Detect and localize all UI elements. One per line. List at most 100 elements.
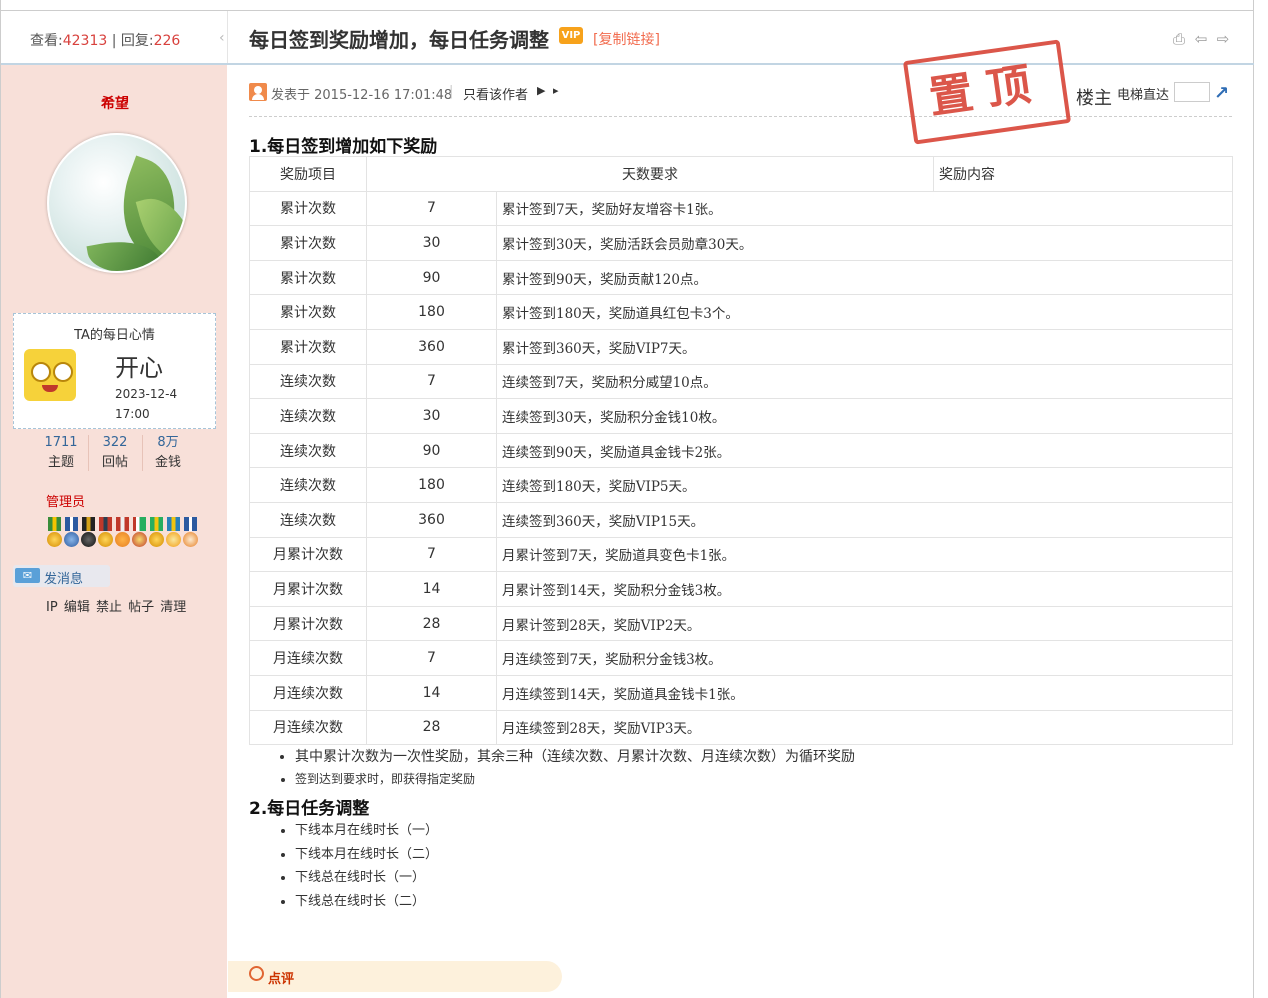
floor-jump-input[interactable] (1174, 82, 1210, 102)
triangle-right-icon[interactable]: ▶ (537, 84, 545, 97)
table-row: 月累计次数 28 月累计签到28天，奖励VIP2天。 (249, 605, 1233, 642)
table-row: 连续次数 30 连续签到30天，奖励积分金钱10枚。 (249, 398, 1233, 434)
go-icon[interactable]: ↗ (1214, 83, 1229, 104)
only-author-link[interactable]: 只看该作者 (463, 84, 528, 103)
reward-content-cell: 月连续签到7天，奖励积分金钱3枚。 (496, 640, 1233, 676)
reward-type-cell: 连续次数 (249, 363, 367, 400)
reward-content-cell: 累计签到360天，奖励VIP7天。 (496, 328, 1233, 365)
section-heading: 1.每日签到增加如下奖励 (249, 137, 438, 157)
triangle-right-icon[interactable]: ▸ (553, 84, 559, 97)
reward-type-cell: 累计次数 (249, 259, 367, 296)
admin-link-ip[interactable]: IP (46, 600, 58, 615)
column-header: 奖励项目 (249, 156, 367, 192)
happy-face-icon (24, 349, 76, 401)
admin-link-edit[interactable]: 编辑 (64, 600, 90, 615)
chevron-left-icon: ‹ (219, 30, 225, 46)
table-row: 累计次数 30 累计签到30天，奖励活跃会员勋章30天。 (249, 225, 1233, 261)
table-row: 累计次数 90 累计签到90天，奖励贡献120点。 (249, 259, 1233, 296)
reward-type-cell: 连续次数 (249, 398, 367, 434)
task-list: 下线本月在线时长（一） 下线本月在线时长（二） 下线总在线时长（一） 下线总在线… (279, 819, 438, 913)
mood-date: 2023-12-4 17:00 (115, 384, 177, 424)
reward-content-cell: 月累计签到14天，奖励积分金钱3枚。 (496, 571, 1233, 607)
table-row: 累计次数 360 累计签到360天，奖励VIP7天。 (249, 328, 1233, 365)
prev-thread-icon[interactable]: ⇦ (1192, 30, 1210, 48)
author-online-icon (249, 83, 267, 101)
reward-type-cell: 月累计次数 (249, 571, 367, 607)
reward-type-cell: 月连续次数 (249, 640, 367, 676)
days-cell: 14 (366, 571, 497, 607)
avatar[interactable] (47, 133, 187, 273)
admin-link-ban[interactable]: 禁止 (96, 600, 122, 615)
reward-type-cell: 连续次数 (249, 467, 367, 503)
medal-icon[interactable] (182, 517, 199, 551)
column-header: 天数要求 (366, 156, 934, 192)
meta-divider: | (449, 84, 454, 99)
reward-content-cell: 连续签到90天，奖励道具金钱卡2张。 (496, 432, 1233, 469)
envelope-icon: ✉ (15, 568, 40, 583)
elevator-label: 电梯直达 (1117, 88, 1170, 103)
send-message-label: 发消息 (44, 572, 84, 587)
replies-label: 回复: (120, 33, 154, 49)
medal-icon[interactable] (131, 517, 148, 551)
table-row: 连续次数 360 连续签到360天，奖励VIP15天。 (249, 501, 1233, 538)
reward-type-cell: 月累计次数 (249, 605, 367, 642)
comment-icon (249, 966, 264, 981)
reward-table: 奖励项目 天数要求 奖励内容 累计次数 7 累计签到7天，奖励好友增容卡1张。 累计次… (249, 156, 1233, 746)
stat-money-value: 8万 (157, 435, 179, 450)
reward-content-cell: 连续签到180天，奖励VIP5天。 (496, 467, 1233, 503)
comment-bar[interactable]: 点评 (228, 961, 562, 992)
stat-topics-label: 主题 (47, 455, 74, 470)
days-cell: 180 (366, 467, 497, 503)
views-count: 42313 (62, 33, 108, 49)
medal-icon[interactable] (114, 517, 131, 551)
next-thread-icon[interactable]: ⇨ (1214, 30, 1232, 48)
reward-content-cell: 月连续签到14天，奖励道具金钱卡1张。 (496, 674, 1233, 711)
list-item: 下线本月在线时长（一） (295, 819, 438, 843)
days-cell: 180 (366, 294, 497, 330)
reward-content-cell: 累计签到90天，奖励贡献120点。 (496, 259, 1233, 296)
floor-label: 楼主 (1076, 88, 1112, 109)
reward-content-cell: 月累计签到28天，奖励VIP2天。 (496, 605, 1233, 642)
days-cell: 7 (366, 363, 497, 400)
stat-topics-value: 1711 (44, 435, 78, 450)
print-icon[interactable]: ⎙ (1170, 30, 1188, 48)
days-cell: 7 (366, 536, 497, 573)
table-header-row: 奖励项目 天数要求 奖励内容 (249, 156, 1233, 192)
vip-badge-icon: VIP (559, 27, 583, 44)
copy-link-button[interactable]: [复制链接] (593, 29, 660, 49)
reward-type-cell: 连续次数 (249, 432, 367, 469)
reward-content-cell: 连续签到7天，奖励积分威望10点。 (496, 363, 1233, 400)
days-cell: 14 (366, 674, 497, 711)
user-group[interactable]: 管理员 (46, 491, 85, 510)
medal-icon[interactable] (63, 517, 80, 551)
days-cell: 360 (366, 501, 497, 538)
days-cell: 30 (366, 225, 497, 261)
stat-replies-value: 322 (102, 435, 128, 450)
medal-icon[interactable] (46, 517, 63, 551)
author-name[interactable]: 希望 (0, 93, 230, 113)
days-cell: 28 (366, 605, 497, 642)
reward-type-cell: 累计次数 (249, 328, 367, 365)
stat-topics[interactable]: 1711 主题 (34, 434, 88, 474)
table-row: 累计次数 180 累计签到180天，奖励道具红包卡3个。 (249, 294, 1233, 330)
table-row: 累计次数 7 累计签到7天，奖励好友增容卡1张。 (249, 190, 1233, 227)
column-header: 奖励内容 (933, 156, 1233, 192)
medal-icon[interactable] (97, 517, 114, 551)
stat-money[interactable]: 8万 金钱 (141, 434, 195, 474)
admin-link-clean[interactable]: 清理 (160, 600, 186, 615)
medal-icon[interactable] (80, 517, 97, 551)
medal-icon[interactable] (165, 517, 182, 551)
daily-mood-box: TA的每日心情 开心 2023-12-4 17:00 (13, 313, 216, 429)
mood-title: TA的每日心情 (74, 328, 155, 343)
mood-date-day: 2023-12-4 (115, 387, 178, 401)
post-time: 发表于 2015-12-16 17:01:48 (271, 88, 453, 103)
medal-icon[interactable] (148, 517, 165, 551)
table-row: 连续次数 90 连续签到90天，奖励道具金钱卡2张。 (249, 432, 1233, 469)
reward-content-cell: 月连续签到28天，奖励VIP3天。 (496, 709, 1233, 746)
thread-title: 每日签到奖励增加，每日任务调整 (249, 28, 549, 52)
send-message-button[interactable]: ✉ 发消息 (13, 565, 110, 587)
stat-replies[interactable]: 322 回帖 (88, 434, 142, 474)
days-cell: 90 (366, 259, 497, 296)
days-cell: 360 (366, 328, 497, 365)
admin-link-posts[interactable]: 帖子 (128, 600, 154, 615)
